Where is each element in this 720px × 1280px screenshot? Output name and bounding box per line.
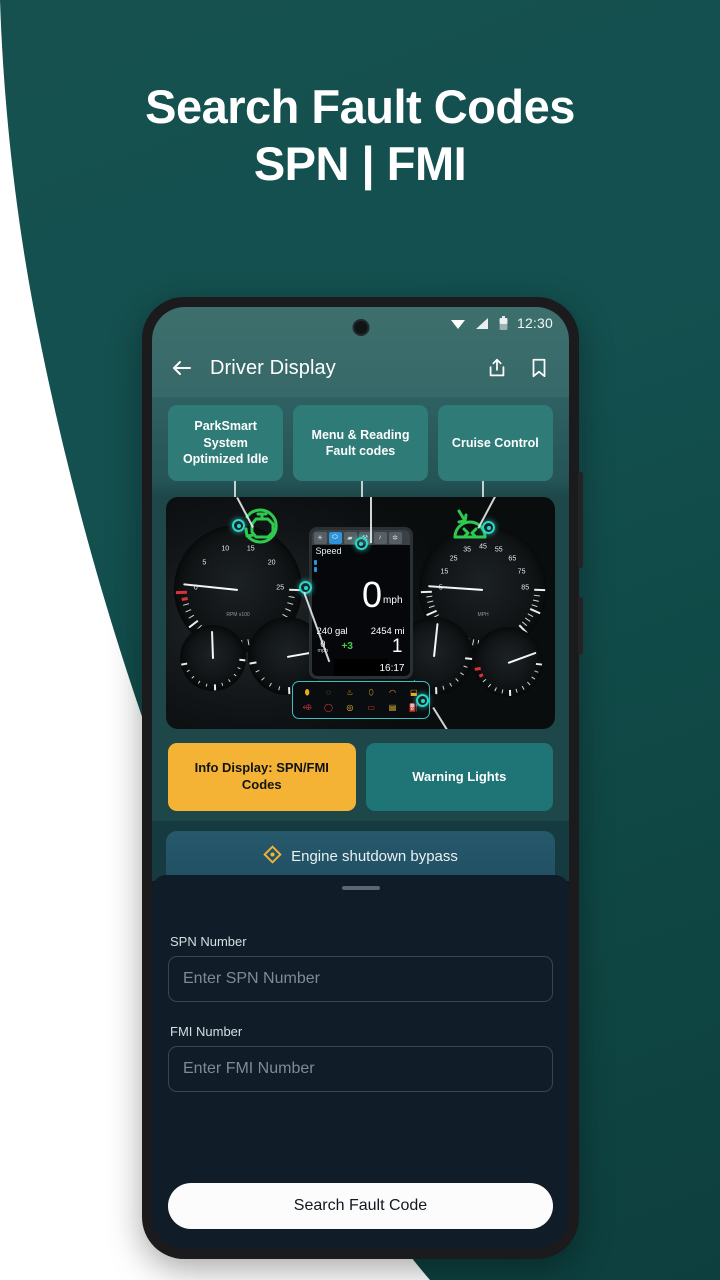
search-fault-code-button[interactable]: Search Fault Code (168, 1183, 553, 1229)
drag-handle[interactable] (341, 886, 380, 890)
coolant-icon: ◠ (388, 687, 396, 697)
callout-marker-warning-lights[interactable] (416, 694, 429, 707)
fmi-input[interactable] (168, 1046, 553, 1092)
brightness-icon: ☀ (313, 531, 327, 544)
status-bar: 12:30 (152, 307, 569, 339)
battery-icon (499, 315, 508, 331)
exhaust-icon: ♨ (346, 687, 354, 697)
engine-amber-icon: ⬮ (304, 687, 310, 697)
info-display-speed-unit: mph (383, 594, 403, 606)
phone-mockup-frame: 12:30 Driver Display ParkSmart System Op… (142, 297, 583, 1259)
callout-chips-row: ParkSmart System Optimized Idle Menu & R… (152, 397, 569, 481)
abs-icon: ◎ (346, 702, 354, 712)
leader-line-warning-lights (432, 707, 453, 729)
turbo-boost-gauge (473, 627, 543, 697)
status-bar-clock: 12:30 (516, 315, 553, 331)
leader-line-menu (370, 497, 372, 543)
engine-shutdown-bypass-label: Engine shutdown bypass (291, 847, 458, 865)
dashboard-image-container: 0510152025RPM x100 51525354555657585MPH … (152, 497, 569, 735)
front-camera-punch-hole (352, 319, 369, 336)
vehicle-icon: ⬭ (328, 531, 342, 544)
wifi-icon (450, 317, 466, 330)
callout-marker-info-display[interactable] (299, 581, 312, 594)
engine2-amber-icon: ⬯ (368, 687, 374, 697)
phone-volume-button[interactable] (578, 472, 583, 568)
headline-line-2: SPN | FMI (253, 137, 467, 191)
callout-chip-menu-fault-codes[interactable]: Menu & Reading Fault codes (293, 405, 428, 481)
info-display-fuel: 240 gal (316, 626, 348, 637)
check-engine-icon: ◌ (326, 687, 331, 697)
app-bar-title: Driver Display (210, 356, 336, 379)
fmi-field-group: FMI Number (168, 1024, 553, 1092)
battery-red-icon: ▭ (367, 702, 375, 712)
brake-air-icon: ▤ (388, 702, 397, 712)
headline-line-1: Search Fault Codes (145, 80, 575, 133)
share-icon[interactable] (483, 354, 511, 382)
cta-info-display-spn-fmi[interactable]: Info Display: SPN/FMI Codes (168, 743, 356, 811)
cta-warning-lights[interactable]: Warning Lights (365, 743, 553, 811)
warning-lights-row-1: ⬮ ◌ ♨ ⬯ ◠ ⬓ (297, 686, 425, 699)
stop-engine-icon: ◯ (324, 702, 333, 712)
bottom-callout-row: Info Display: SPN/FMI Codes Warning Ligh… (152, 735, 569, 821)
info-display-mode-label: Speed (315, 546, 342, 556)
callout-chip-parksmart[interactable]: ParkSmart System Optimized Idle (168, 405, 284, 481)
callout-connector-lines-top (152, 481, 569, 497)
truck-dashboard-illustration: 0510152025RPM x100 51525354555657585MPH … (166, 497, 555, 729)
back-arrow-icon[interactable] (168, 354, 196, 382)
callout-marker-parksmart[interactable] (232, 519, 245, 532)
info-display-cruise-offset: +3 (341, 641, 353, 652)
warning-lights-row-2: ⬲ ◯ ◎ ▭ ▤ ⛽ (297, 701, 425, 714)
warning-lights-panel: ⬮ ◌ ♨ ⬯ ◠ ⬓ ⬲ ◯ ◎ ▭ ▤ ⛽ (291, 681, 430, 719)
cellular-signal-icon (475, 317, 490, 330)
info-display-gear: 1 (391, 636, 403, 657)
callout-chip-cruise-control[interactable]: Cruise Control (437, 405, 553, 481)
warning-diamond-icon (263, 844, 282, 868)
oil-pressure-gauge (180, 625, 246, 691)
app-header-area: 12:30 Driver Display ParkSmart System Op… (152, 307, 569, 497)
settings-icon: ✲ (388, 531, 402, 544)
phone-screen: 12:30 Driver Display ParkSmart System Op… (152, 307, 569, 1249)
brake-red-icon: ⬲ (302, 702, 312, 712)
phone-power-button[interactable] (578, 597, 583, 655)
info-display-level-bars (313, 560, 317, 574)
callout-marker-cruise[interactable] (482, 521, 495, 534)
spn-field-group: SPN Number (168, 934, 553, 1002)
media-icon: ♪ (373, 531, 387, 544)
bypass-bar-container: Engine shutdown bypass (152, 821, 569, 881)
engine-shutdown-bypass-bar[interactable]: Engine shutdown bypass (166, 831, 555, 881)
spn-input[interactable] (168, 956, 553, 1002)
search-bottom-sheet: SPN Number FMI Number Search Fault Code (152, 875, 569, 1249)
page-title: Search Fault Codes SPN | FMI (0, 78, 720, 193)
fmi-field-label: FMI Number (170, 1024, 243, 1039)
info-display-speed: 0 mph (362, 574, 403, 615)
callout-marker-menu[interactable] (354, 537, 368, 550)
info-display-speed-value: 0 (362, 574, 383, 615)
bookmark-icon[interactable] (525, 354, 553, 382)
spn-field-label: SPN Number (170, 934, 247, 949)
info-display-clock: 16:17 (379, 663, 405, 674)
app-bar: Driver Display (152, 339, 569, 397)
